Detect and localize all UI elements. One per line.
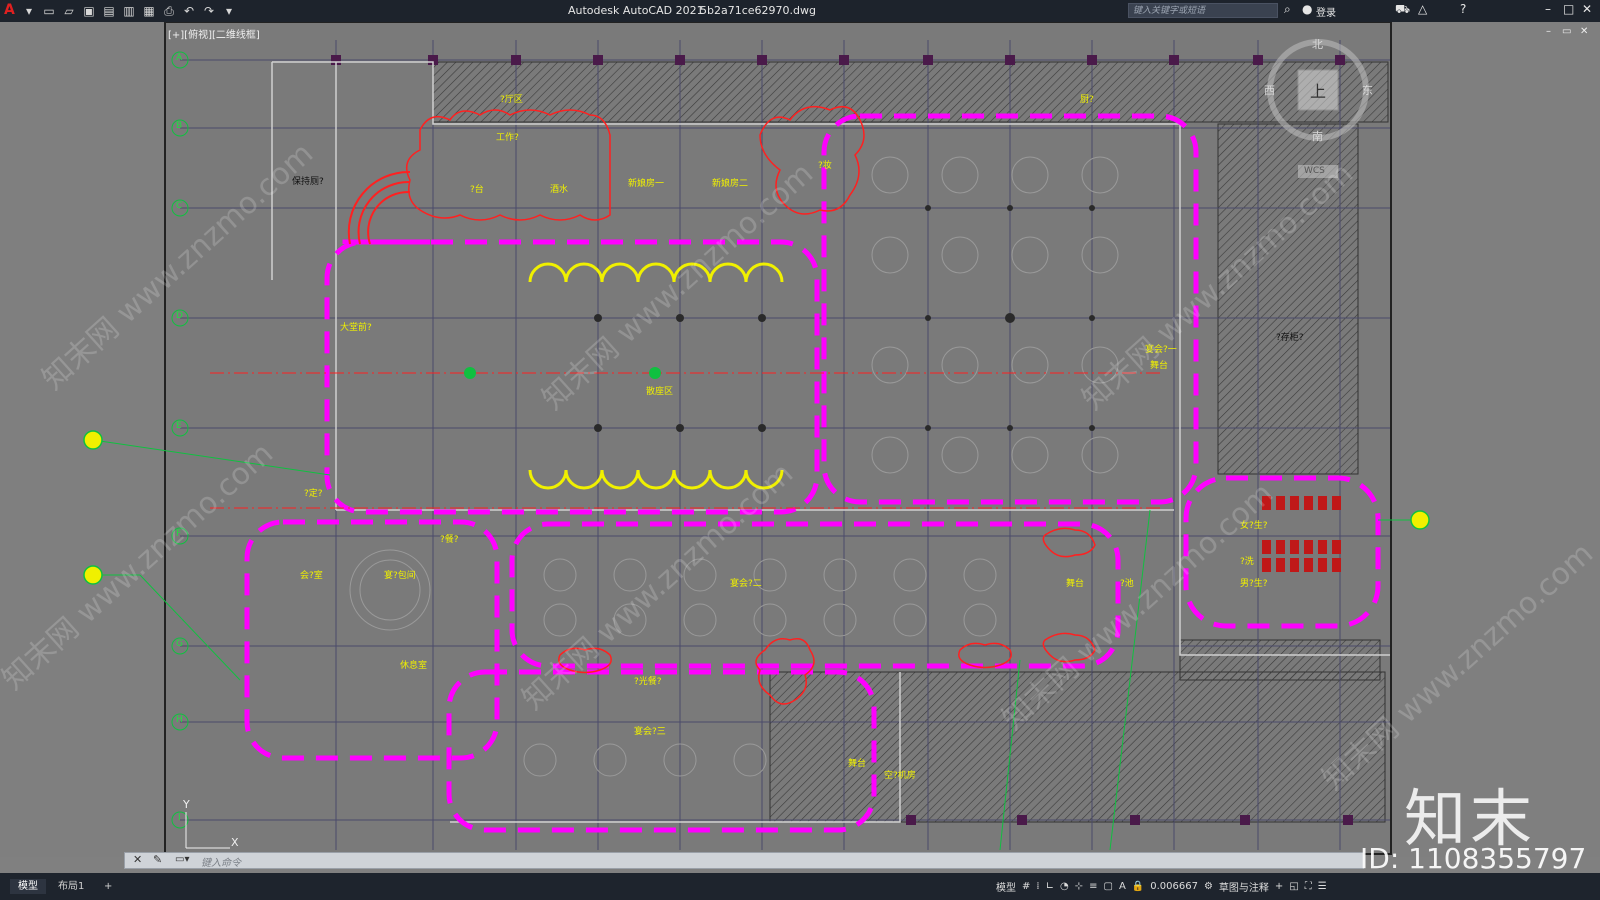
room-label: 新娘房二 [712, 179, 749, 189]
help-icon[interactable]: ? [1460, 2, 1466, 16]
viewport-restore-icon[interactable]: ▭ [1562, 26, 1571, 37]
room-label: 舞台 [848, 759, 867, 769]
room-label: 宴?包间 [384, 571, 416, 581]
cart-icon[interactable]: ⛟ [1395, 2, 1410, 18]
compass-north[interactable]: 北 [1312, 36, 1323, 52]
axis-label: I [178, 813, 181, 823]
open-file-icon[interactable]: ▱ [62, 4, 76, 18]
room-label: ?妆 [818, 161, 832, 171]
compass-south[interactable]: 南 [1312, 128, 1323, 144]
osnap-icon[interactable]: ⊹ [1075, 881, 1083, 892]
svg-text:X: X [231, 836, 239, 849]
viewport-controls[interactable]: [+][俯视][二维线框] [168, 26, 260, 41]
search-input[interactable]: 键入关键字或短语 [1128, 3, 1278, 18]
room-label: 舞台 [1066, 579, 1085, 589]
lock-icon[interactable]: 🔒 [1132, 881, 1144, 892]
tab-model[interactable]: 模型 [10, 879, 46, 894]
login-link[interactable]: 登录 [1316, 4, 1336, 19]
axis-label: A [176, 53, 183, 63]
room-label: 新娘房一 [628, 179, 665, 189]
svg-text:Y: Y [182, 798, 190, 811]
room-label: 酒水 [550, 185, 569, 195]
settings-icon[interactable]: ⚙ [1204, 881, 1213, 892]
room-label: ?存柜? [1276, 333, 1304, 343]
grid-icon[interactable]: # [1022, 881, 1030, 892]
viewport-minimize-icon[interactable]: – [1546, 26, 1551, 37]
title-bar: A ▾ ▭ ▱ ▣ ▤ ▥ ▦ ⎙ ↶ ↷ ▾ Autodesk AutoCAD… [0, 0, 1600, 22]
ortho-icon[interactable]: ∟ [1046, 881, 1054, 892]
save-icon[interactable]: ▣ [82, 4, 96, 18]
room-label: 会?室 [300, 571, 323, 581]
select-cycling-icon[interactable]: ▢ [1103, 881, 1112, 892]
compass-east[interactable]: 东 [1362, 82, 1373, 98]
close-command-icon[interactable]: ✕ [133, 853, 142, 866]
autocad-logo-icon[interactable]: A [4, 2, 15, 18]
room-label: ?厅区 [500, 95, 523, 105]
plus-icon[interactable]: + [1275, 881, 1283, 892]
a360-icon[interactable]: △ [1418, 2, 1427, 16]
room-label: 男?生? [1240, 579, 1268, 589]
snap-icon[interactable]: ⁞ [1036, 881, 1039, 892]
isolate-icon[interactable]: ◱ [1289, 881, 1298, 892]
app-title: Autodesk AutoCAD 2021 [568, 4, 704, 17]
axis-label: B [176, 121, 183, 131]
save-to-web-icon[interactable]: ▦ [142, 4, 156, 18]
recent-commands-icon[interactable]: ▭▾ [175, 854, 189, 865]
maximize-icon[interactable]: □ [1563, 2, 1574, 16]
room-label: 工作? [496, 133, 519, 143]
axis-label: C [176, 201, 183, 211]
workspace-switch[interactable]: 草图与注释 [1219, 879, 1269, 894]
model-space-toggle[interactable]: 模型 [996, 879, 1016, 894]
viewcube-top-face[interactable]: 上 [1310, 78, 1326, 102]
redo-icon[interactable]: ↷ [202, 4, 216, 18]
minimize-icon[interactable]: – [1545, 2, 1551, 16]
room-label: 宴会?二 [730, 579, 762, 589]
scale-value[interactable]: 0.006667 [1150, 881, 1198, 892]
axis-label: H [176, 715, 183, 725]
search-icon[interactable]: ⌕ [1284, 2, 1291, 17]
room-label: ?光餐? [634, 677, 662, 687]
save-as-icon[interactable]: ▤ [102, 4, 116, 18]
polar-icon[interactable]: ◔ [1060, 881, 1069, 892]
command-input[interactable]: 键入命令 [201, 854, 241, 869]
room-label: 休息室 [400, 661, 428, 671]
axis-label: G [176, 639, 183, 649]
axis-label: E [176, 421, 182, 431]
room-label: 厨? [1080, 95, 1094, 105]
room-label: ?餐? [440, 535, 459, 545]
new-file-icon[interactable]: ▭ [42, 4, 56, 18]
axis-label: D [176, 311, 183, 321]
command-line[interactable]: ✕ ✎ ▭▾ 键入命令 [124, 852, 1364, 869]
lineweight-icon[interactable]: ≡ [1089, 881, 1097, 892]
fullscreen-icon[interactable]: ⛶ [1305, 881, 1312, 892]
customize-qa-icon[interactable]: ▾ [222, 4, 236, 18]
room-label: 大堂前? [340, 323, 372, 333]
tab-layout1[interactable]: 布局1 [50, 879, 92, 894]
open-from-web-icon[interactable]: ▥ [122, 4, 136, 18]
room-label: ?定? [304, 489, 323, 499]
drawing-viewport[interactable]: Y X A B C D E F G H I 北 西 东 南 上 WCS 保持厕?… [0, 22, 1600, 857]
watermark-id: ID: 1108355797 [1360, 842, 1587, 875]
file-name: 5b2a71ce62970.dwg [700, 4, 816, 17]
status-bar: 模型 布局1 + 模型 # ⁞ ∟ ◔ ⊹ ≡ ▢ A 🔒 0.006667 ⚙… [0, 873, 1600, 900]
room-label: 宴会?三 [634, 727, 666, 737]
compass-west[interactable]: 西 [1264, 82, 1275, 98]
dropdown-arrow-icon[interactable]: ▾ [22, 4, 36, 18]
annotation-icon[interactable]: A [1119, 881, 1126, 892]
add-layout-icon[interactable]: + [96, 879, 120, 894]
room-label: ?洗 [1240, 557, 1254, 567]
undo-icon[interactable]: ↶ [182, 4, 196, 18]
room-label: ?台 [470, 185, 484, 195]
viewport-close-icon[interactable]: ✕ [1580, 26, 1588, 37]
menu-icon[interactable]: ☰ [1318, 881, 1327, 892]
plot-icon[interactable]: ⎙ [162, 4, 176, 18]
user-icon[interactable]: ● [1302, 2, 1312, 16]
room-label: 空?机房 [884, 771, 916, 781]
customize-icon[interactable]: ✎ [153, 853, 162, 866]
room-label: 散座区 [646, 387, 674, 397]
close-icon[interactable]: ✕ [1582, 2, 1592, 16]
